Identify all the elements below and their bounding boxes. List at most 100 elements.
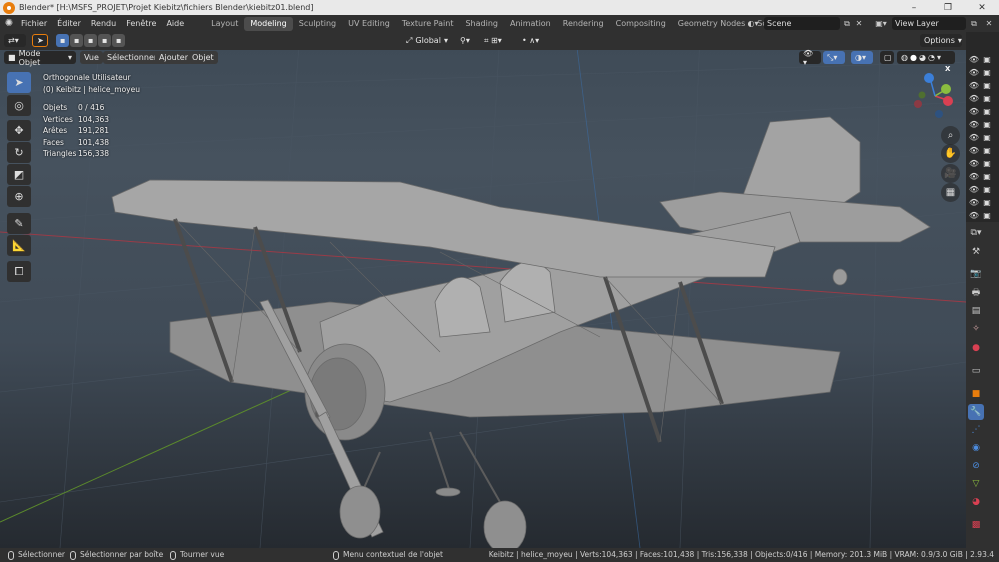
tab-rendering[interactable]: Rendering (557, 17, 610, 31)
select-mode-icon[interactable]: ➤ (32, 34, 48, 47)
constraint-properties-icon[interactable]: ⊘ (968, 458, 984, 474)
camera-icon[interactable]: ▣ (982, 210, 992, 220)
tool-properties-icon[interactable]: ⚒ (968, 244, 984, 260)
menu-objet[interactable]: Objet (188, 51, 218, 64)
cursor-tool[interactable]: ◎ (7, 95, 31, 116)
3d-viewport[interactable]: ➤ ◎ ✥ ↻ ◩ ⊕ ✎ 📐 ⧠ ⌕ ✋ 🎥 ▦ (0, 32, 966, 548)
eye-icon[interactable]: 👁 (969, 93, 979, 103)
eye-icon[interactable]: 👁 (969, 132, 979, 142)
wireframe-shading-icon[interactable]: ◍ (901, 53, 908, 62)
blender-menu-icon[interactable]: ✺ (2, 15, 16, 32)
tab-animation[interactable]: Animation (504, 17, 557, 31)
scale-tool[interactable]: ◩ (7, 164, 31, 185)
object-properties-icon[interactable]: ■ (968, 386, 984, 402)
new-selection-icon[interactable]: ▪ (56, 34, 69, 47)
tab-modeling[interactable]: Modeling (244, 17, 293, 31)
rendered-shading-icon[interactable]: ◔ (928, 53, 935, 62)
menu-editer[interactable]: Éditer (52, 15, 86, 32)
camera-icon[interactable]: ▣ (982, 197, 992, 207)
eye-icon[interactable]: 👁 (969, 171, 979, 181)
particle-properties-icon[interactable]: ⋰ (968, 422, 984, 438)
texture-properties-icon[interactable]: ▩ (968, 517, 984, 533)
transform-orientation-dropdown[interactable]: ⤢ Global ▾ (402, 34, 452, 47)
xray-toggle-icon[interactable]: ▢ (880, 51, 894, 64)
extend-selection-icon[interactable]: ▪ (70, 34, 83, 47)
eye-icon[interactable]: 👁 (969, 197, 979, 207)
camera-icon[interactable]: ▣ (982, 119, 992, 129)
pivot-point-icon[interactable]: ⚲▾ (456, 34, 478, 47)
menu-fichier[interactable]: Fichier (16, 15, 52, 32)
view-layer-icon[interactable]: ▣▾ (870, 17, 892, 30)
material-shading-icon[interactable]: ◕ (919, 53, 926, 62)
camera-icon[interactable]: ▣ (982, 80, 992, 90)
tab-texture-paint[interactable]: Texture Paint (396, 17, 460, 31)
world-properties-icon[interactable]: ● (968, 340, 984, 356)
camera-icon[interactable]: ▣ (982, 184, 992, 194)
tab-compositing[interactable]: Compositing (610, 17, 672, 31)
eye-icon[interactable]: 👁 (969, 210, 979, 220)
maximize-button[interactable]: ❐ (931, 0, 965, 15)
perspective-grid-icon[interactable]: ▦ (941, 183, 960, 202)
render-properties-icon[interactable]: 📷 (968, 266, 984, 282)
menu-ajouter[interactable]: Ajouter (155, 51, 193, 64)
gizmo-toggle-icon[interactable]: ⤡▾ (823, 51, 845, 64)
camera-icon[interactable]: ▣ (982, 132, 992, 142)
eye-icon[interactable]: 👁 (969, 119, 979, 129)
snapping-icon[interactable]: ⌗ ⊞▾ (480, 34, 516, 47)
options-dropdown[interactable]: Options ▾ (920, 34, 962, 47)
camera-icon[interactable]: ▣ (982, 54, 992, 64)
tab-shading[interactable]: Shading (459, 17, 504, 31)
proportional-editing-icon[interactable]: • ∧▾ (518, 34, 544, 47)
data-properties-icon[interactable]: ▽ (968, 476, 984, 492)
add-cube-tool[interactable]: ⧠ (7, 261, 31, 282)
editor-type-icon[interactable]: ⇄▾ (4, 34, 26, 47)
new-view-layer-icon[interactable]: ⧉ (967, 17, 981, 30)
shading-mode-buttons[interactable]: ◍ ● ◕ ◔ ▾ (897, 51, 955, 64)
eye-icon[interactable]: 👁 (969, 67, 979, 77)
tab-uv-editing[interactable]: UV Editing (342, 17, 396, 31)
transform-tool[interactable]: ⊕ (7, 186, 31, 207)
overlays-toggle-icon[interactable]: ◑▾ (851, 51, 873, 64)
physics-properties-icon[interactable]: ◉ (968, 440, 984, 456)
invert-selection-icon[interactable]: ▪ (98, 34, 111, 47)
camera-icon[interactable]: ▣ (982, 158, 992, 168)
eye-icon[interactable]: 👁 (969, 184, 979, 194)
select-box-tool[interactable]: ➤ (7, 72, 31, 93)
modifier-properties-icon[interactable]: 🔧 (968, 404, 984, 420)
camera-icon[interactable]: ▣ (982, 106, 992, 116)
view-layer-properties-icon[interactable]: ▤ (968, 303, 984, 319)
move-tool[interactable]: ✥ (7, 120, 31, 141)
camera-icon[interactable]: ▣ (982, 67, 992, 77)
eye-icon[interactable]: 👁 (969, 106, 979, 116)
menu-vue[interactable]: Vue (80, 51, 103, 64)
rotate-tool[interactable]: ↻ (7, 142, 31, 163)
eye-icon[interactable]: 👁 (969, 158, 979, 168)
scene-properties-icon[interactable]: ✧ (968, 321, 984, 337)
camera-icon[interactable]: ▣ (982, 93, 992, 103)
navigation-gizmo[interactable] (908, 70, 958, 120)
pan-hand-icon[interactable]: ✋ (941, 144, 960, 163)
mode-dropdown[interactable]: ■ Mode Objet ▾ (4, 49, 76, 67)
new-scene-icon[interactable]: ⧉ (840, 17, 854, 30)
visibility-dropdown-icon[interactable]: 👁▾ (799, 49, 821, 67)
menu-rendu[interactable]: Rendu (86, 15, 121, 32)
subtract-selection-icon[interactable]: ▪ (84, 34, 97, 47)
scene-field[interactable]: Scene (764, 17, 840, 30)
eye-icon[interactable]: 👁 (969, 145, 979, 155)
view-layer-field[interactable]: View Layer (892, 17, 966, 30)
menu-fenetre[interactable]: Fenêtre (121, 15, 161, 32)
camera-icon[interactable]: ▣ (982, 171, 992, 181)
delete-view-layer-icon[interactable]: ✕ (982, 17, 996, 30)
scene-selector-icon[interactable]: ◐▾ (742, 17, 764, 30)
material-properties-icon[interactable]: ◕ (968, 494, 984, 510)
tab-layout[interactable]: Layout (205, 17, 244, 31)
zoom-icon[interactable]: ⌕ (941, 126, 960, 145)
intersect-selection-icon[interactable]: ▪ (112, 34, 125, 47)
eye-icon[interactable]: 👁 (969, 54, 979, 64)
properties-editor-icon[interactable]: ⧉▾ (968, 225, 984, 241)
output-properties-icon[interactable]: 🖶 (968, 285, 984, 301)
menu-selectionner[interactable]: Sélectionner (103, 51, 162, 64)
tab-sculpting[interactable]: Sculpting (293, 17, 342, 31)
eye-icon[interactable]: 👁 (969, 80, 979, 90)
minimize-button[interactable]: – (897, 0, 931, 15)
